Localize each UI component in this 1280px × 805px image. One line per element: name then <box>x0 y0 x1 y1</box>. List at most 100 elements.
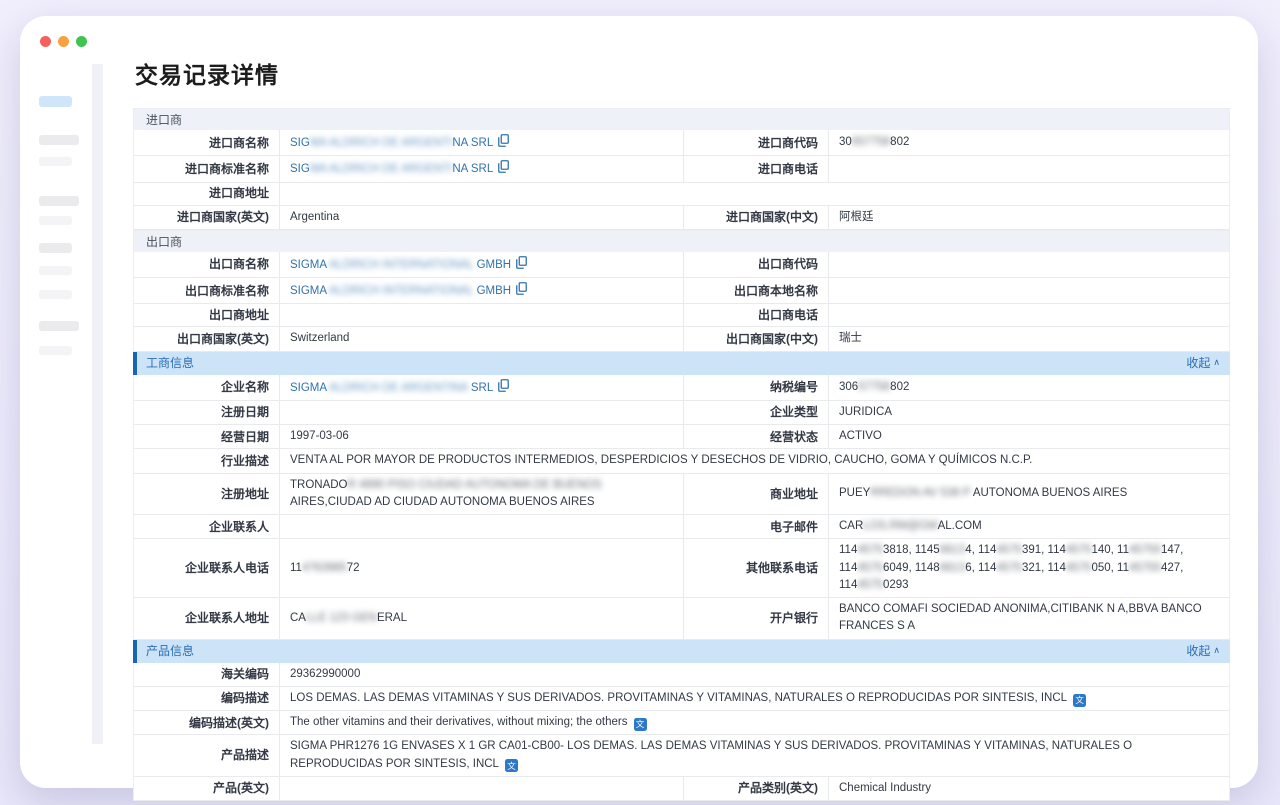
field-value: 阿根廷 <box>829 206 1229 229</box>
redacted-text: MA ALDRICH DE ARGENTI <box>310 163 453 175</box>
sidebar-nav-item[interactable] <box>39 243 72 253</box>
value-text: AUTONOMA BUENOS AIRES <box>970 487 1127 499</box>
redacted-text: 45755 <box>1129 562 1161 574</box>
value-text: AIRES,CIUDAD AD CIUDAD AUTONOMA BUENOS A… <box>290 496 595 508</box>
field-label: 出口商国家(英文) <box>134 327 280 350</box>
main-content: 交易记录详情 进口商进口商名称SIGMA ALDRICH DE ARGENTIN… <box>133 56 1231 801</box>
window-controls <box>40 36 87 47</box>
field-label: 进口商名称 <box>134 130 280 155</box>
field-label: 企业名称 <box>134 375 280 400</box>
value-text: The other vitamins and their derivatives… <box>290 716 628 728</box>
maximize-button[interactable] <box>76 36 87 47</box>
field-value-text: Argentina <box>290 209 339 226</box>
section-header-exporter: 出口商 <box>133 230 1230 252</box>
field-value-text: Chemical Industry <box>839 780 931 797</box>
field-value: CALLE 123 GENERAL <box>280 598 684 639</box>
copy-icon[interactable] <box>516 282 527 295</box>
field-value-text: CARLOS.RM@GMAL.COM <box>839 518 982 535</box>
company-link-text: GMBH <box>477 259 512 271</box>
value-text: Chemical Industry <box>839 782 931 794</box>
value-text: CAR <box>839 520 863 532</box>
table-row: 出口商国家(英文)Switzerland出口商国家(中文)瑞士 <box>133 327 1230 351</box>
sidebar-nav-item[interactable] <box>39 157 72 166</box>
value-text: 802 <box>890 381 909 393</box>
field-value: LOS DEMAS. LAS DEMAS VITAMINAS Y SUS DER… <box>280 687 1229 710</box>
browser-window: 交易记录详情 进口商进口商名称SIGMA ALDRICH DE ARGENTIN… <box>20 16 1258 788</box>
table-row: 企业联系人电话11476398572其他联系电话11445753818, 114… <box>133 539 1230 598</box>
field-value[interactable]: SIGMA ALDRICH DE ARGENTINA SRL <box>280 130 684 155</box>
field-label: 进口商地址 <box>134 183 280 205</box>
field-value: 30657758802 <box>829 130 1229 155</box>
sidebar-nav-item-active[interactable] <box>39 96 72 107</box>
field-value[interactable]: SIGMA ALDRICH INTERNATIONAL GMBH <box>280 252 684 277</box>
collapse-toggle[interactable]: 收起∧ <box>1186 352 1220 375</box>
field-value <box>280 304 684 326</box>
field-value: CARLOS.RM@GMAL.COM <box>829 515 1229 538</box>
value-text: ERAL <box>377 612 407 624</box>
field-value <box>280 183 1229 205</box>
value-text: 6, 114 <box>965 562 996 574</box>
sidebar-nav-item[interactable] <box>39 290 72 299</box>
redacted-text: 6613 <box>940 544 966 556</box>
redacted-text: 4575 <box>857 579 883 591</box>
table-row: 海关编码29362990000 <box>133 663 1230 687</box>
sidebar-nav-item[interactable] <box>39 346 72 355</box>
redacted-text: 4575 <box>996 562 1022 574</box>
copy-icon[interactable] <box>498 379 509 392</box>
value-text: 114 <box>839 579 857 591</box>
translate-icon[interactable]: 文 <box>1073 694 1086 707</box>
field-value: JURIDICA <box>829 401 1229 424</box>
value-text: 306 <box>839 381 858 393</box>
field-value-text: SIGMA ALDRICH INTERNATIONAL GMBH <box>290 255 527 274</box>
page-title: 交易记录详情 <box>133 56 1231 90</box>
close-button[interactable] <box>40 36 51 47</box>
field-value[interactable]: SIGMA ALDRICH INTERNATIONAL GMBH <box>280 278 684 303</box>
sidebar-nav-item[interactable] <box>39 216 72 225</box>
field-value-text: PUEYRREDON AV 538 P AUTONOMA BUENOS AIRE… <box>839 485 1127 502</box>
field-label: 产品描述 <box>134 735 280 776</box>
redacted-text: 6613 <box>940 562 966 574</box>
minimize-button[interactable] <box>58 36 69 47</box>
field-value-text: The other vitamins and their derivatives… <box>290 714 647 731</box>
copy-icon[interactable] <box>516 256 527 269</box>
table-row: 行业描述VENTA AL POR MAYOR DE PRODUCTOS INTE… <box>133 449 1230 473</box>
field-value <box>829 304 1229 326</box>
table-row: 出口商标准名称SIGMA ALDRICH INTERNATIONAL GMBH出… <box>133 278 1230 304</box>
copy-icon[interactable] <box>498 134 509 147</box>
field-label: 编码描述(英文) <box>134 711 280 734</box>
field-label: 开户银行 <box>684 598 829 639</box>
collapse-toggle[interactable]: 收起∧ <box>1186 640 1220 663</box>
field-value <box>829 252 1229 277</box>
value-text: 147, <box>1161 544 1183 556</box>
value-text: VENTA AL POR MAYOR DE PRODUCTOS INTERMED… <box>290 454 1032 466</box>
field-value: VENTA AL POR MAYOR DE PRODUCTOS INTERMED… <box>280 449 1229 472</box>
company-link-text: SIGMA <box>290 259 326 271</box>
table-row: 经营日期1997-03-06经营状态ACTIVO <box>133 425 1230 449</box>
translate-icon[interactable]: 文 <box>505 759 518 772</box>
field-value: 11476398572 <box>280 539 684 597</box>
sidebar-nav-item[interactable] <box>39 196 79 206</box>
copy-icon[interactable] <box>498 160 509 173</box>
table-row: 产品描述SIGMA PHR1276 1G ENVASES X 1 GR CA01… <box>133 735 1230 777</box>
field-label: 出口商地址 <box>134 304 280 326</box>
translate-icon[interactable]: 文 <box>634 718 647 731</box>
field-value-text: VENTA AL POR MAYOR DE PRODUCTOS INTERMED… <box>290 452 1032 469</box>
field-label: 商业地址 <box>684 474 829 515</box>
field-label: 编码描述 <box>134 687 280 710</box>
field-value[interactable]: SIGMA ALDRICH DE ARGENTINA SRL <box>280 156 684 181</box>
redacted-text: 57758 <box>858 381 890 393</box>
sidebar-nav-item[interactable] <box>39 135 79 145</box>
section-header-importer: 进口商 <box>133 108 1230 130</box>
field-label: 出口商名称 <box>134 252 280 277</box>
field-value[interactable]: SIGMA ALDRICH DE ARGENTINA SRL <box>280 375 684 400</box>
sidebar-nav-item[interactable] <box>39 266 72 275</box>
field-value <box>829 278 1229 303</box>
field-label: 电子邮件 <box>684 515 829 538</box>
field-value-text: 阿根廷 <box>839 209 874 226</box>
redacted-text: ALDRICH INTERNATIONAL <box>326 259 476 271</box>
sidebar-nav-item[interactable] <box>39 321 79 331</box>
field-label: 出口商标准名称 <box>134 278 280 303</box>
value-text: 3818, 1145 <box>883 544 940 556</box>
field-value-text: ACTIVO <box>839 428 882 445</box>
table-row: 注册地址TRONADOR 4890 PISO CIUDAD AUTONOMA D… <box>133 474 1230 516</box>
